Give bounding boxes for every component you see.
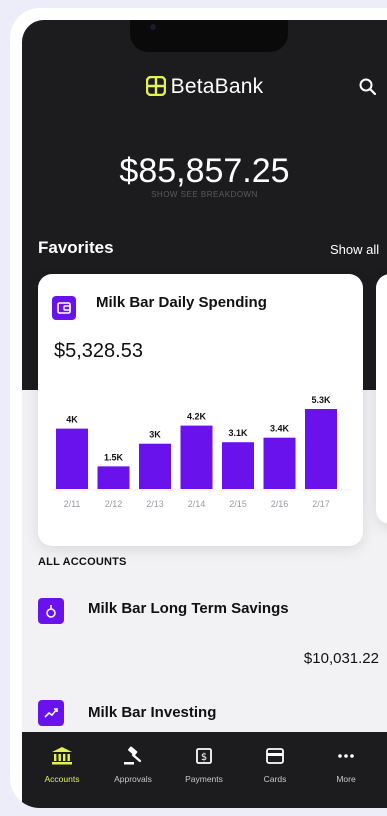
search-button[interactable] bbox=[358, 77, 378, 97]
bottom-tab-bar: Accounts Approvals $ Payments Cards More bbox=[22, 732, 387, 808]
chart-x-tick-label: 2/13 bbox=[146, 499, 164, 509]
savings-icon bbox=[38, 598, 64, 624]
brand-name: BetaBank bbox=[170, 75, 264, 98]
all-accounts-heading: ALL ACCOUNTS bbox=[38, 556, 127, 568]
chart-data-label: 1.5K bbox=[104, 452, 124, 462]
tab-approvals[interactable]: Approvals bbox=[98, 746, 168, 784]
chart-x-tick-label: 2/11 bbox=[64, 499, 81, 509]
betabank-logo-icon bbox=[145, 76, 166, 96]
card-amount: $5,328.53 bbox=[54, 340, 143, 362]
favorite-card-next[interactable] bbox=[376, 274, 387, 524]
total-balance: $85,857.25 bbox=[119, 152, 290, 190]
gavel-icon bbox=[124, 746, 142, 765]
tab-accounts[interactable]: Accounts bbox=[27, 746, 97, 784]
chart-bar[interactable] bbox=[222, 442, 254, 489]
chart-x-tick-label: 2/12 bbox=[105, 499, 123, 509]
favorites-heading: Favorites bbox=[38, 238, 114, 257]
chart-bar[interactable] bbox=[56, 428, 88, 489]
chart-bar[interactable] bbox=[180, 425, 213, 489]
app-screen: BetaBank $85,857.25 SHOW SEE BREAKDOWN F… bbox=[22, 20, 387, 808]
phone-frame: BetaBank $85,857.25 SHOW SEE BREAKDOWN F… bbox=[10, 8, 387, 808]
more-icon bbox=[338, 754, 354, 758]
chart-x-tick-label: 2/14 bbox=[188, 499, 206, 509]
notch bbox=[130, 20, 288, 52]
show-all-link[interactable]: Show all bbox=[330, 242, 379, 257]
bank-icon bbox=[52, 747, 72, 765]
chart-bar[interactable] bbox=[263, 437, 296, 489]
tab-label: Payments bbox=[185, 774, 223, 784]
svg-text:$: $ bbox=[201, 752, 207, 763]
tab-label: Cards bbox=[263, 774, 287, 784]
card-icon bbox=[266, 748, 284, 764]
search-icon bbox=[359, 78, 377, 96]
account-name: Milk Bar Investing bbox=[88, 704, 217, 721]
chart-x-tick-label: 2/16 bbox=[271, 499, 289, 509]
chart-x-tick-label: 2/17 bbox=[312, 499, 330, 509]
wallet-icon bbox=[52, 296, 76, 320]
favorite-card-daily-spending[interactable]: Milk Bar Daily Spending $5,328.53 4K 2/11… bbox=[38, 274, 363, 546]
tab-payments[interactable]: $ Payments bbox=[169, 746, 239, 784]
account-row-savings[interactable]: Milk Bar Long Term Savings $10,031.22 bbox=[22, 580, 387, 667]
daily-spending-chart: 4K 2/11 1.5K 2/12 3K 2/13 4.2K 2/14 3.1K 2/15 3.4K… bbox=[50, 395, 351, 509]
tab-label: More bbox=[336, 774, 356, 784]
account-balance: $10,031.22 bbox=[303, 650, 379, 667]
tab-more[interactable]: More bbox=[311, 746, 381, 784]
tab-cards[interactable]: Cards bbox=[240, 746, 310, 784]
payments-icon: $ bbox=[196, 748, 212, 764]
chart-data-label: 3.4K bbox=[270, 424, 290, 434]
account-row-investing[interactable]: Milk Bar Investing bbox=[22, 688, 387, 732]
chart-data-label: 4K bbox=[66, 415, 78, 425]
investing-icon bbox=[38, 700, 64, 726]
chart-data-label: 3K bbox=[149, 430, 161, 440]
chart-x-tick-label: 2/15 bbox=[229, 499, 247, 509]
balance-breakdown-link[interactable]: SHOW SEE BREAKDOWN bbox=[22, 190, 387, 199]
chart-bar[interactable] bbox=[305, 409, 337, 489]
chart-data-label: 5.3K bbox=[311, 395, 331, 405]
chart-data-label: 3.1K bbox=[228, 428, 248, 438]
app-logo: BetaBank bbox=[22, 75, 387, 99]
account-name: Milk Bar Long Term Savings bbox=[88, 600, 289, 617]
camera-dot bbox=[150, 24, 156, 30]
chart-bar[interactable] bbox=[97, 466, 130, 489]
chart-data-label: 4.2K bbox=[187, 412, 207, 422]
tab-label: Approvals bbox=[114, 774, 152, 784]
chart-bar[interactable] bbox=[139, 443, 171, 489]
tab-label: Accounts bbox=[44, 774, 80, 784]
card-title: Milk Bar Daily Spending bbox=[96, 294, 267, 311]
